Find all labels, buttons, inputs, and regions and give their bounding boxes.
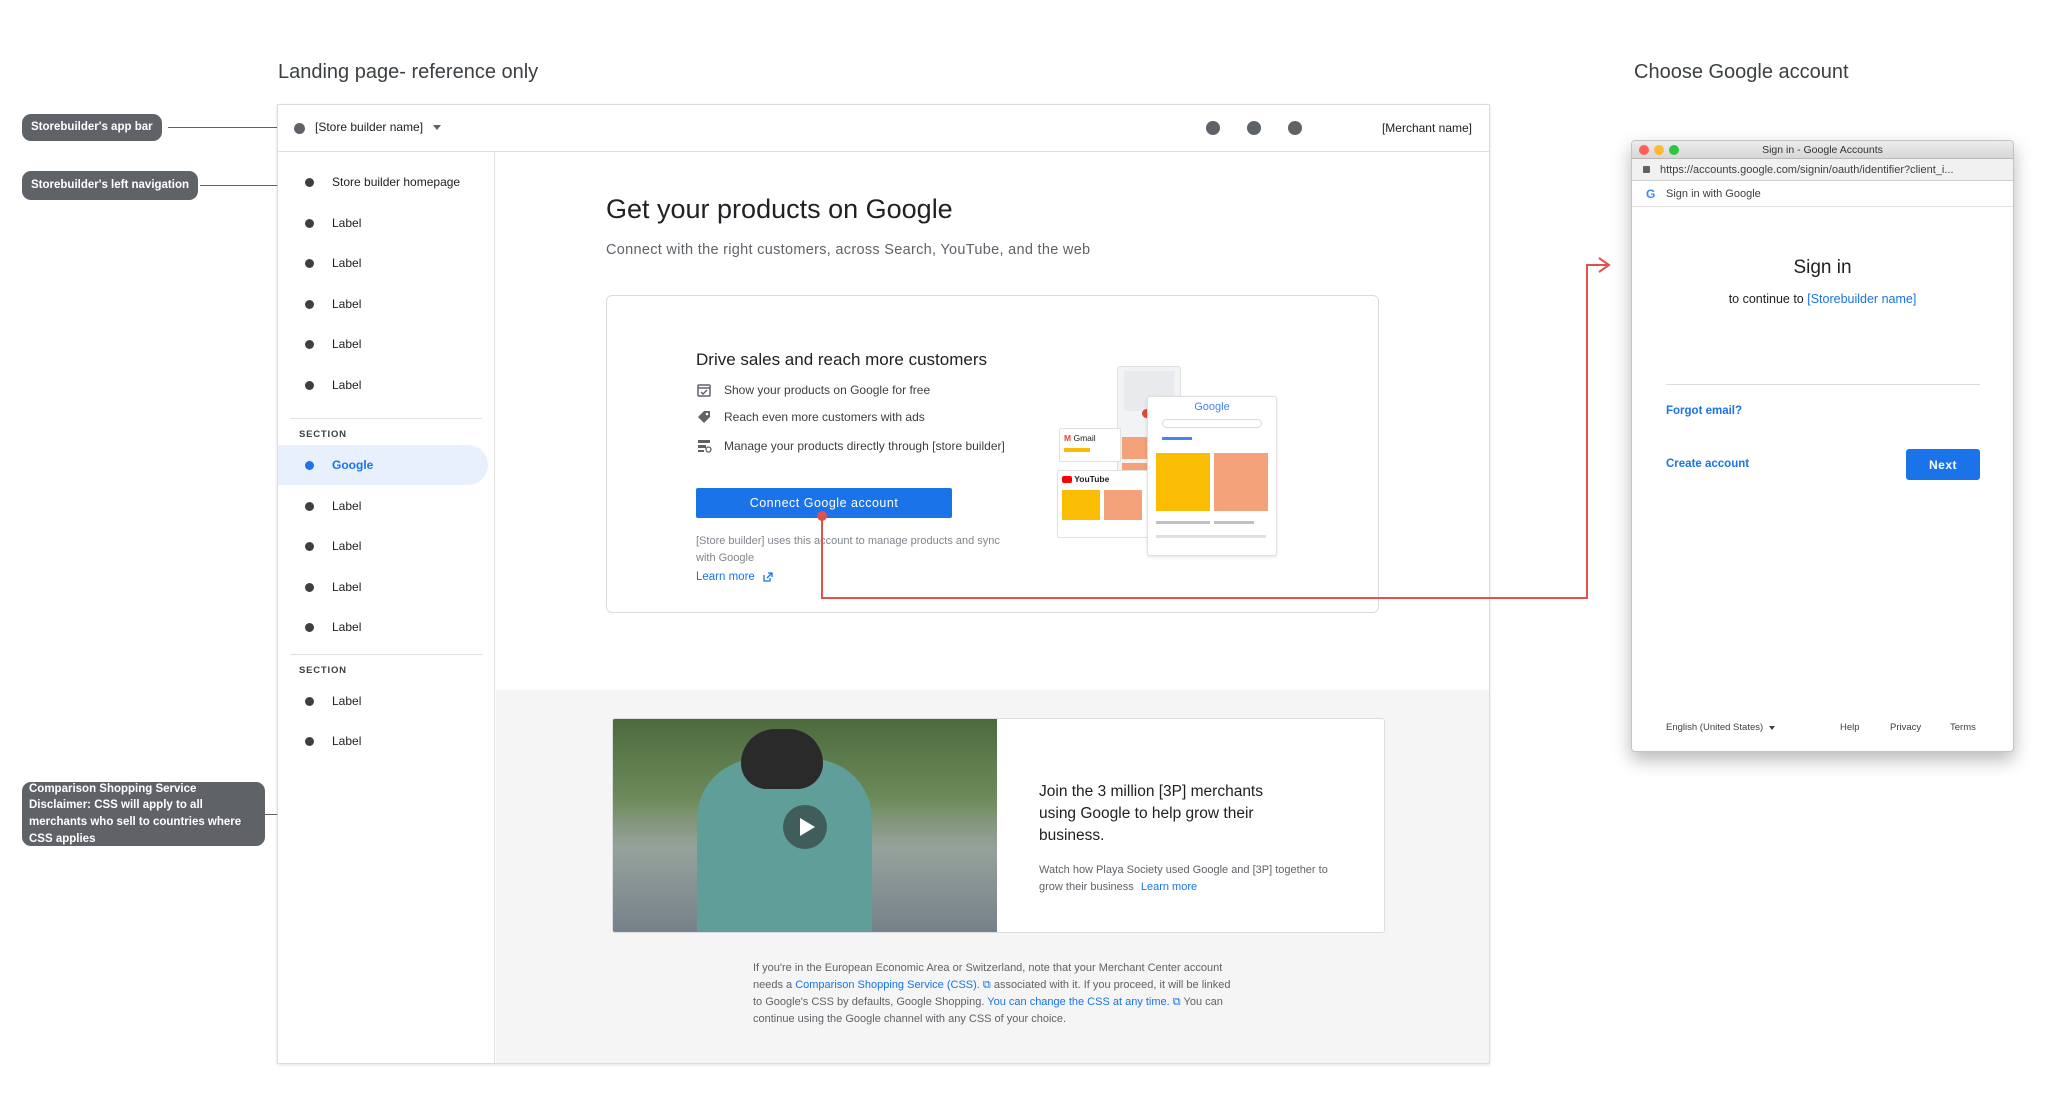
sign-in-title: Sign in [1793, 257, 1852, 278]
connector-line [821, 264, 1607, 599]
minimize-window-icon[interactable] [1654, 145, 1664, 155]
continue-to-text: to continue to [Storebuilder name] [1728, 292, 1917, 306]
language-selector[interactable]: English (United States) [1666, 722, 1776, 733]
zoom-window-icon[interactable] [1669, 145, 1679, 155]
create-account-link[interactable]: Create account [1666, 458, 1749, 470]
privacy-link[interactable]: Privacy [1890, 722, 1921, 733]
window-title-bar: Sign in - Google Accounts [1632, 141, 2013, 159]
email-field-underline[interactable] [1666, 384, 1980, 385]
help-link[interactable]: Help [1840, 722, 1860, 733]
lock-icon [1643, 166, 1650, 173]
google-g-icon: G [1646, 187, 1656, 201]
next-button[interactable]: Next [1906, 449, 1980, 480]
chevron-down-icon [1769, 725, 1776, 730]
close-window-icon[interactable] [1639, 145, 1649, 155]
terms-link[interactable]: Terms [1950, 722, 1976, 733]
address-bar[interactable]: https://accounts.google.com/signin/oauth… [1632, 159, 2013, 181]
google-sign-in-window: Sign in - Google Accounts https://accoun… [1631, 140, 2014, 752]
sign-in-with-google-bar: G Sign in with Google [1632, 181, 2013, 207]
storebuilder-name: [Storebuilder name] [1807, 292, 1917, 306]
forgot-email-link[interactable]: Forgot email? [1666, 405, 1742, 417]
